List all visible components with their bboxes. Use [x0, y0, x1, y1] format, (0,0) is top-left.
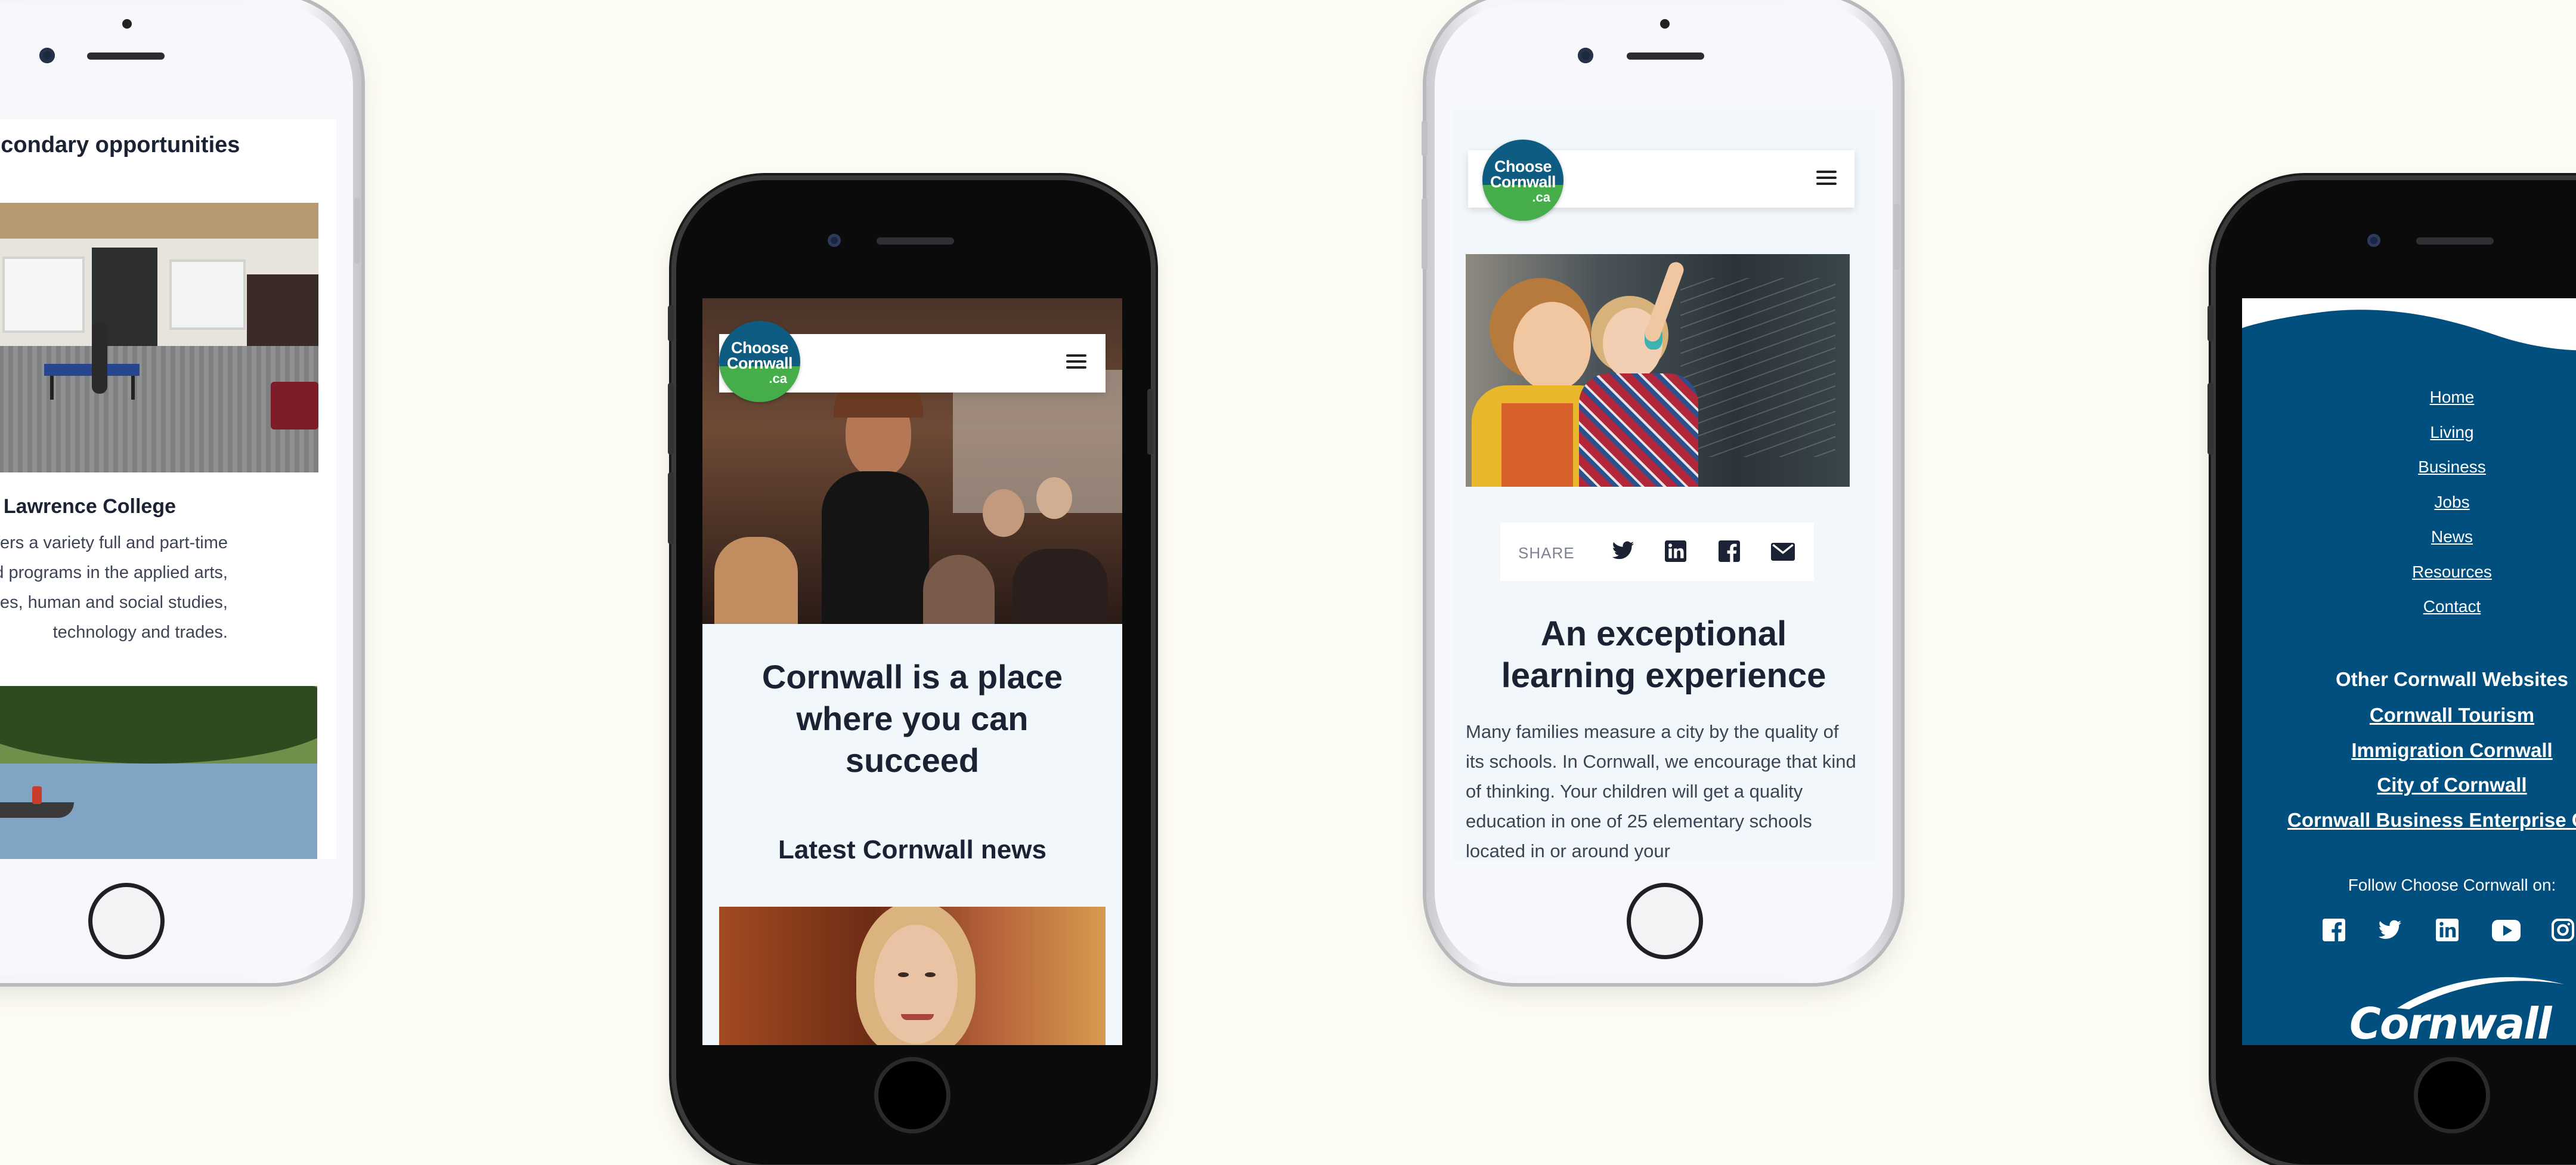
river-boat-photo: [0, 686, 317, 859]
phone-3-frame: Choose Cornwall .ca SHARE An exceptional…: [1422, 0, 1901, 983]
college-interior-photo: [0, 203, 318, 472]
menu-icon[interactable]: [1816, 171, 1837, 185]
page-body-text: Many families measure a city by the qual…: [1466, 721, 1856, 861]
facebook-icon[interactable]: [2323, 919, 2345, 941]
phone-2-home-button[interactable]: [874, 1057, 950, 1133]
twitter-icon[interactable]: [2377, 920, 2402, 941]
choose-cornwall-logo[interactable]: Choose Cornwall .ca: [1482, 140, 1563, 221]
nav-living-link[interactable]: Living: [2242, 423, 2576, 458]
phone-4-speaker: [2416, 237, 2494, 245]
phone-4-home-button[interactable]: [2414, 1057, 2490, 1133]
facebook-icon[interactable]: [1719, 540, 1740, 562]
instagram-icon[interactable]: [2551, 918, 2575, 942]
phone-3-screen: Choose Cornwall .ca SHARE An exceptional…: [1453, 109, 1875, 861]
news-heading: Latest Cornwall news: [778, 835, 1046, 864]
news-woman-photo[interactable]: [719, 907, 1106, 1045]
phone-1-camera-icon: [39, 48, 55, 63]
cornwall-tourism-link[interactable]: Cornwall Tourism: [2242, 704, 2576, 739]
nav-home-link[interactable]: Home: [2242, 388, 2576, 423]
mockup-stage: Post-secondary opportunities St. Lawrenc…: [0, 0, 2576, 1165]
share-label: SHARE: [1518, 544, 1575, 562]
phone-2-camera-icon: [828, 234, 841, 247]
phone-1-screen: Post-secondary opportunities St. Lawrenc…: [0, 119, 336, 859]
phone-2-screen: Choose Cornwall .ca Cornwall is a place …: [702, 298, 1122, 1045]
cornwall-business-enterprise-link[interactable]: Cornwall Business Enterprise Centre: [2287, 809, 2576, 844]
phone-3-speaker: [1627, 52, 1704, 60]
children-chalkboard-photo: [1466, 254, 1850, 487]
phone-4-frame: Home Living Business Jobs News Resources…: [2207, 180, 2576, 1164]
section-heading: Post-secondary opportunities: [0, 132, 240, 157]
footer-logo-text: Cornwall: [2349, 999, 2552, 1045]
other-websites-list: Cornwall Tourism Immigration Cornwall Ci…: [2242, 704, 2576, 843]
choose-cornwall-logo[interactable]: Choose Cornwall .ca: [719, 321, 800, 402]
immigration-cornwall-link[interactable]: Immigration Cornwall: [2242, 739, 2576, 774]
linkedin-icon[interactable]: [1665, 540, 1686, 562]
other-websites-heading: Other Cornwall Websites: [2336, 668, 2568, 690]
email-icon[interactable]: [1771, 543, 1795, 561]
phone-2-frame: Choose Cornwall .ca Cornwall is a place …: [668, 180, 1153, 1164]
phone-2-speaker: [877, 237, 954, 245]
phone-1-home-button[interactable]: [88, 883, 165, 959]
youtube-icon[interactable]: [2492, 920, 2521, 941]
college-name: St. Lawrence College: [0, 495, 176, 518]
phone-1-sensor: [122, 19, 132, 29]
nav-resources-link[interactable]: Resources: [2242, 563, 2576, 598]
linkedin-icon[interactable]: [2436, 919, 2459, 941]
footer-wave: [2242, 298, 2576, 351]
phone-3-sensor: [1660, 19, 1670, 29]
phone-4-screen: Home Living Business Jobs News Resources…: [2242, 298, 2576, 1045]
college-description: St. Lawrence College offers a variety fu…: [0, 533, 228, 642]
phone-4-camera-icon: [2367, 234, 2380, 247]
social-icons-row: [2323, 918, 2576, 948]
phone-3-camera-icon: [1578, 48, 1593, 63]
city-of-cornwall-link[interactable]: City of Cornwall: [2242, 774, 2576, 809]
page-headline: An exceptional learning experience: [1501, 614, 1826, 695]
phone-1-speaker: [87, 52, 165, 60]
share-bar: SHARE: [1500, 523, 1814, 581]
phone-3-home-button[interactable]: [1627, 883, 1703, 959]
phone-1-frame: Post-secondary opportunities St. Lawrenc…: [0, 0, 361, 983]
footer-nav: Home Living Business Jobs News Resources…: [2242, 388, 2576, 632]
page-headline: Cornwall is a place where you can succee…: [761, 658, 1063, 779]
cornwall-footer-logo[interactable]: Cornwall: [2349, 972, 2576, 1045]
nav-business-link[interactable]: Business: [2242, 458, 2576, 493]
twitter-icon[interactable]: [1611, 540, 1635, 562]
nav-jobs-link[interactable]: Jobs: [2242, 493, 2576, 528]
nav-news-link[interactable]: News: [2242, 527, 2576, 563]
menu-icon[interactable]: [1066, 354, 1086, 369]
follow-text: Follow Choose Cornwall on:: [2348, 876, 2556, 894]
nav-contact-link[interactable]: Contact: [2242, 597, 2576, 632]
